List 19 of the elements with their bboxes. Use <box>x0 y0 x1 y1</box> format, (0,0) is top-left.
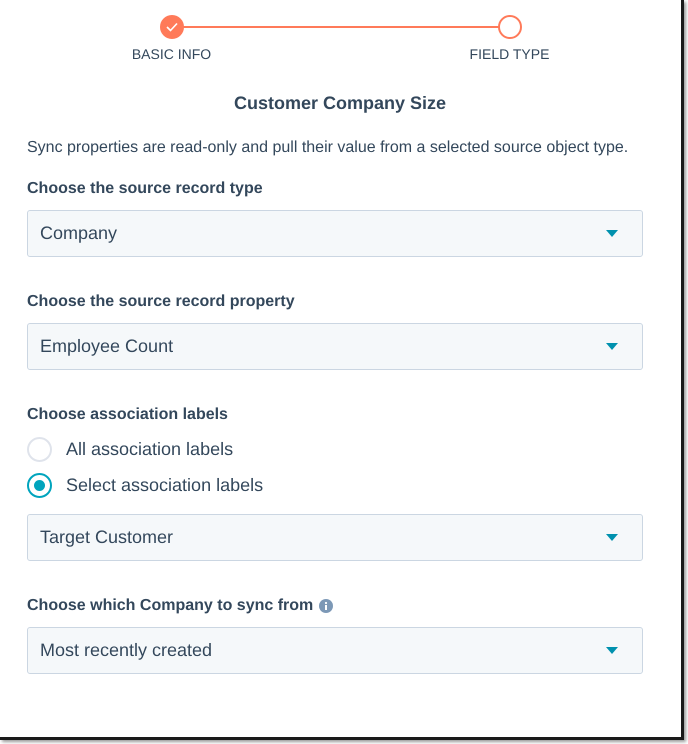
field-label: Choose association labels <box>27 405 228 425</box>
caret-icon <box>606 647 618 654</box>
caret-icon <box>606 534 618 541</box>
radio-label: All association labels <box>66 438 234 461</box>
radio-button[interactable] <box>27 473 52 498</box>
description: Sync properties are read-only and pull their value from a selected source object type. <box>27 138 630 158</box>
field-label: Choose which Company to sync from <box>27 596 314 616</box>
dropdown-select[interactable]: Target Customer <box>27 514 643 561</box>
dropdown-select[interactable]: Most recently created <box>27 627 643 674</box>
dropdown-select[interactable]: Employee Count <box>27 323 643 370</box>
step-label: BASIC INFO <box>132 45 212 64</box>
radio-label: Select association labels <box>66 474 264 497</box>
step-label: FIELD TYPE <box>470 45 550 64</box>
form-title: Customer Company Size <box>232 92 448 115</box>
field-label: Choose the source record property <box>27 292 295 312</box>
dropdown-select[interactable]: Company <box>27 210 643 257</box>
caret-icon <box>606 230 618 237</box>
field-label: Choose the source record type <box>27 179 263 199</box>
caret-icon <box>606 343 618 350</box>
